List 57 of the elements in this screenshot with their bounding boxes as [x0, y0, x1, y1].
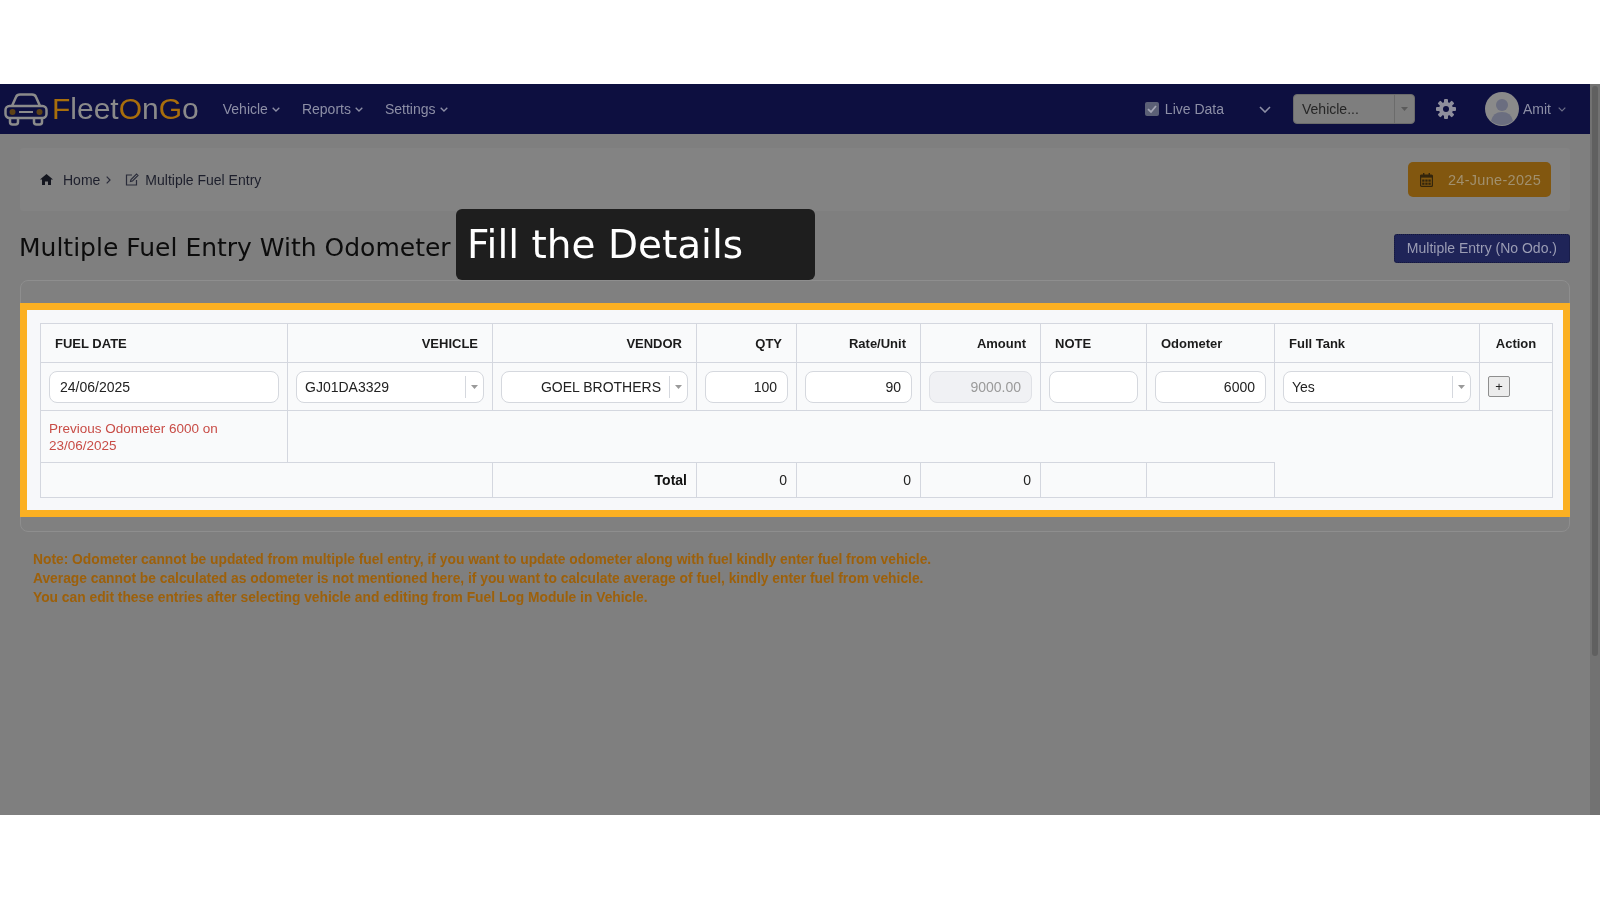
previous-odometer-text: Previous Odometer 6000 on 23/06/2025: [49, 419, 219, 454]
column-header: Rate/Unit: [796, 323, 921, 363]
table-cell: 0: [696, 462, 797, 498]
breadcrumb-link[interactable]: Home: [63, 171, 101, 188]
nav-menu-item[interactable]: Settings: [384, 99, 448, 119]
logo-text[interactable]: FleetOnGo: [52, 92, 199, 126]
add-row-button[interactable]: +: [1488, 376, 1510, 397]
settings-icon[interactable]: [1436, 99, 1456, 119]
column-header: NOTE: [1040, 323, 1147, 363]
odometer-field[interactable]: 6000: [1155, 370, 1266, 403]
chevron-down-icon: [439, 106, 448, 112]
user-avatar-icon[interactable]: [1485, 92, 1519, 126]
caret-icon: [1458, 384, 1465, 389]
quantity-field[interactable]: 100: [705, 370, 788, 403]
checkbox[interactable]: [1144, 102, 1159, 116]
edit-icon: [125, 173, 140, 186]
total-label: Total: [492, 462, 697, 498]
column-header: Amount: [920, 323, 1041, 363]
caret-icon: [1401, 107, 1408, 111]
vendor-dropdown[interactable]: GOEL BROTHERS: [501, 370, 688, 403]
column-header: VENDOR: [492, 323, 697, 363]
scrollbar[interactable]: [1590, 84, 1600, 815]
vehicle-dropdown[interactable]: GJ01DA3329: [296, 370, 484, 403]
column-header: Full Tank: [1274, 323, 1480, 363]
column-header: Odometer: [1146, 323, 1275, 363]
note-field[interactable]: [1049, 370, 1138, 403]
date-field[interactable]: 24/06/2025: [49, 370, 279, 403]
chevron-down-icon[interactable]: [1259, 105, 1271, 113]
column-header: QTY: [696, 323, 797, 363]
nav-menu-item[interactable]: Reports: [301, 99, 363, 119]
chevron-down-icon: [271, 106, 280, 112]
note-text: Note: Odometer cannot be updated from multiple fuel entry, if you want to update odometer along with fuel kindly enter fuel from vehicle.: [33, 551, 933, 569]
caret-icon: [471, 384, 478, 389]
note-text: You can edit these entries after selecting vehicle and editing from Fuel Log Module in Vehicle.: [33, 589, 649, 607]
column-header: FUEL DATE: [40, 323, 288, 363]
column-header: Action: [1479, 323, 1553, 363]
chevron-down-icon[interactable]: [1558, 106, 1566, 112]
table-cell: 0: [796, 462, 921, 498]
live-data-label[interactable]: Live Data: [1164, 101, 1224, 117]
chevron-down-icon: [354, 106, 363, 112]
rate-field[interactable]: 90: [805, 370, 912, 403]
chevron-right-icon: [106, 175, 112, 184]
table-cell: 0: [920, 462, 1041, 498]
tooltip: Fill the Details: [456, 209, 815, 280]
home-icon: [40, 174, 53, 185]
caret-icon: [675, 384, 682, 389]
breadcrumb-current: Multiple Fuel Entry: [145, 171, 262, 188]
full-tank-dropdown[interactable]: Yes: [1283, 370, 1471, 403]
entry-mode-button[interactable]: Multiple Entry (No Odo.): [1393, 233, 1570, 263]
column-header: VEHICLE: [287, 323, 493, 363]
vehicle-dropdown[interactable]: Vehicle...: [1293, 94, 1415, 124]
car-icon: [4, 92, 48, 126]
nav-menu-item[interactable]: Vehicle: [222, 99, 280, 119]
calendar-icon: [1419, 172, 1433, 187]
page-title: Multiple Fuel Entry With Odometer: [19, 233, 451, 263]
user-name[interactable]: Amit: [1523, 101, 1551, 117]
note-text: Average cannot be calculated as odometer is not mentioned here, if you want to calculate average of fuel, kindly enter fuel from vehicle.: [33, 570, 925, 588]
